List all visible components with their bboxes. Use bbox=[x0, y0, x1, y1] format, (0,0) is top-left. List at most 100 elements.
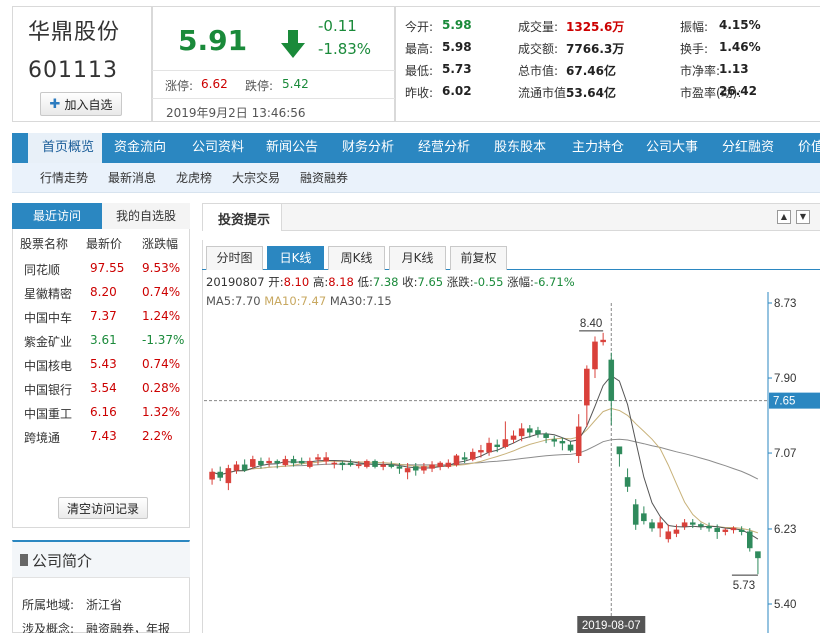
candle-body bbox=[747, 531, 753, 549]
candle-body bbox=[339, 462, 346, 466]
candle-body bbox=[641, 513, 647, 522]
candle bbox=[250, 455, 256, 469]
candle bbox=[649, 519, 655, 532]
candle-body bbox=[486, 442, 492, 453]
candle-body bbox=[225, 468, 232, 484]
candle-body bbox=[689, 522, 696, 525]
candle bbox=[258, 457, 264, 469]
candle bbox=[755, 551, 761, 575]
min-price-label: 5.73 bbox=[733, 580, 755, 592]
candle-body bbox=[575, 426, 582, 457]
candle-body bbox=[714, 527, 720, 532]
candle-body bbox=[388, 464, 395, 467]
candle-body bbox=[494, 444, 500, 447]
candle bbox=[657, 517, 663, 538]
candle-body bbox=[755, 551, 761, 559]
candle bbox=[388, 461, 395, 469]
candle bbox=[307, 457, 313, 469]
candle-body bbox=[518, 428, 525, 437]
candle-body bbox=[510, 435, 517, 440]
candle-body bbox=[706, 526, 712, 529]
candle-body bbox=[592, 341, 598, 370]
candle-body bbox=[632, 504, 639, 525]
candle bbox=[209, 468, 215, 485]
candle-body bbox=[437, 462, 443, 467]
candle bbox=[722, 528, 729, 536]
candle bbox=[323, 452, 329, 465]
candle-body bbox=[608, 359, 615, 401]
candle bbox=[315, 453, 321, 465]
candle-body bbox=[551, 439, 558, 442]
candle bbox=[282, 455, 289, 467]
candle bbox=[445, 459, 452, 469]
candle-body bbox=[331, 462, 338, 465]
candle bbox=[592, 336, 598, 379]
ma10-line bbox=[211, 407, 759, 534]
candle-body bbox=[266, 460, 272, 464]
candle bbox=[624, 468, 631, 492]
candle-body bbox=[412, 466, 419, 471]
candle bbox=[608, 352, 615, 426]
candle-body bbox=[535, 430, 541, 435]
candle-body bbox=[559, 441, 566, 444]
candle bbox=[632, 499, 639, 530]
price-tick-label: 7.90 bbox=[774, 373, 796, 385]
candle-body bbox=[258, 460, 264, 466]
candle-body bbox=[453, 455, 460, 466]
candlestick-chart[interactable]: 8.73 7.90 7.07 6.23 5.40 7.65 2019-08-07 8.40 5.… bbox=[0, 0, 820, 633]
candle-body bbox=[380, 464, 386, 467]
max-price-label: 8.40 bbox=[580, 318, 602, 330]
candle bbox=[266, 457, 272, 467]
candle bbox=[225, 464, 232, 491]
candle-body bbox=[673, 529, 680, 534]
candle bbox=[535, 426, 541, 438]
candle-body bbox=[364, 460, 370, 467]
candle-body bbox=[527, 428, 533, 433]
candle-body bbox=[567, 444, 574, 451]
price-tick-label: 8.73 bbox=[774, 298, 796, 310]
candle bbox=[241, 459, 248, 473]
candle-body bbox=[445, 462, 452, 467]
candle-body bbox=[543, 433, 549, 438]
candle-body bbox=[681, 522, 688, 527]
candle-body bbox=[421, 466, 427, 471]
candle-body bbox=[315, 457, 321, 460]
candle-body bbox=[429, 464, 435, 469]
candle bbox=[233, 461, 240, 474]
candle bbox=[575, 414, 582, 463]
candle-body bbox=[290, 459, 297, 464]
candle-body bbox=[241, 464, 248, 471]
candle bbox=[559, 437, 566, 451]
candle bbox=[347, 459, 354, 467]
candle-body bbox=[738, 529, 745, 532]
candle bbox=[543, 432, 549, 444]
candle-body bbox=[209, 471, 215, 480]
candle bbox=[364, 459, 370, 469]
candle-body bbox=[307, 460, 313, 467]
candle bbox=[747, 528, 753, 552]
candle bbox=[641, 506, 647, 525]
candle-body bbox=[323, 457, 329, 462]
candle bbox=[551, 435, 558, 447]
candle-body bbox=[649, 522, 655, 529]
candle bbox=[339, 461, 346, 471]
candle-body bbox=[461, 457, 468, 460]
candle bbox=[738, 526, 745, 536]
candle-body bbox=[665, 531, 672, 540]
candle bbox=[698, 522, 704, 530]
crosshair-date: 2019-08-07 bbox=[582, 620, 641, 632]
candle bbox=[616, 446, 623, 467]
price-tick-label: 6.23 bbox=[774, 524, 796, 536]
candle bbox=[453, 453, 460, 467]
candle-body bbox=[624, 477, 631, 487]
candle-body bbox=[730, 527, 737, 531]
candle-body bbox=[502, 439, 509, 447]
crosshair-value: 7.65 bbox=[773, 396, 795, 408]
candle bbox=[600, 332, 606, 346]
candle bbox=[584, 365, 590, 427]
candle-body bbox=[347, 462, 354, 466]
candle-body bbox=[698, 524, 704, 527]
candle-body bbox=[396, 466, 403, 469]
price-tick-label: 7.07 bbox=[774, 448, 796, 460]
candle-body bbox=[217, 471, 223, 478]
